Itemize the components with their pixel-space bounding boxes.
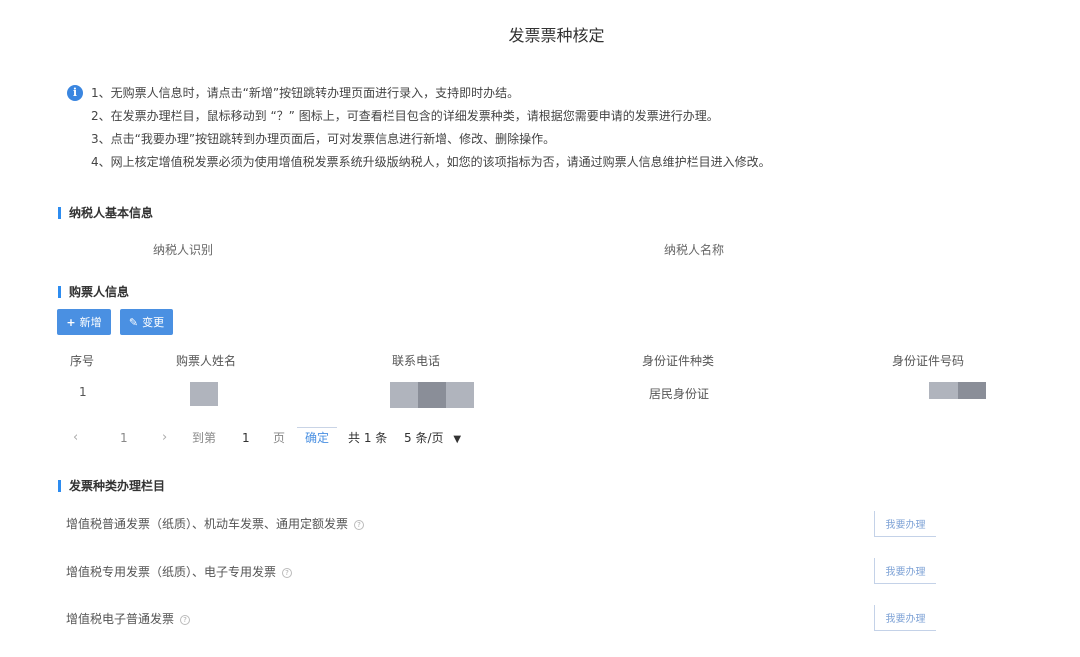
redacted-phone (390, 382, 420, 408)
total-count: 共 1 条 (348, 431, 388, 445)
taxpayer-name-label: 纳税人名称 (664, 243, 725, 257)
goto-page-input[interactable]: 1 (242, 427, 250, 449)
apply-button[interactable]: 我要办理 (874, 605, 936, 631)
invoice-row-label-wrap: 增值税电子普通发票? (66, 610, 191, 627)
edit-button[interactable]: ✎ 变更 (120, 309, 173, 335)
row-index: 1 (79, 385, 87, 399)
redacted-id-number (929, 382, 959, 399)
page-title: 发票票种核定 (508, 26, 605, 45)
goto-label: 到第 (192, 431, 217, 445)
help-icon[interactable]: ? (282, 568, 293, 578)
redacted-phone (446, 382, 474, 408)
column-header-phone: 联系电话 (392, 354, 441, 368)
chevron-down-icon: ▼ (453, 434, 462, 445)
row-id-type: 居民身份证 (649, 387, 710, 401)
notice-line: 3、点击“我要办理”按钮跳转到办理页面后，可对发票信息进行新增、修改、删除操作。 (91, 132, 556, 146)
add-button[interactable]: + 新增 (57, 309, 111, 335)
section-title-buyer: 购票人信息 (58, 286, 129, 298)
invoice-row-label: 增值税普通发票（纸质）、机动车发票、通用定额发票 (66, 517, 349, 531)
invoice-row-label-wrap: 增值税普通发票（纸质）、机动车发票、通用定额发票? (66, 515, 365, 532)
confirm-button[interactable]: 确定 (297, 427, 338, 449)
next-page-button[interactable]: › (162, 427, 167, 449)
column-header-id-type: 身份证件种类 (642, 354, 715, 368)
notice-line: 1、无购票人信息时，请点击“新增”按钮跳转办理页面进行录入，支持即时办结。 (91, 86, 520, 100)
apply-button[interactable]: 我要办理 (874, 511, 936, 537)
pencil-icon: ✎ (128, 315, 139, 329)
prev-page-button[interactable]: ‹ (73, 427, 78, 449)
page-size-label: 5 条/页 (404, 431, 444, 445)
page-unit-label: 页 (273, 431, 286, 445)
redacted-phone (418, 382, 446, 408)
column-header-id-number: 身份证件号码 (892, 354, 965, 368)
notice-line: 2、在发票办理栏目，鼠标移动到 “？” 图标上，可查看栏目包含的详细发票种类，请… (91, 109, 719, 123)
column-header-index: 序号 (70, 354, 95, 368)
add-button-label: 新增 (79, 316, 102, 329)
info-icon: i (67, 85, 83, 101)
apply-button[interactable]: 我要办理 (874, 558, 936, 584)
taxpayer-id-label: 纳税人识别 (153, 243, 214, 257)
edit-button-label: 变更 (142, 316, 165, 329)
page-size-select[interactable]: 5 条/页 ▼ (404, 427, 461, 451)
page-number[interactable]: 1 (120, 427, 128, 449)
help-icon[interactable]: ? (354, 520, 365, 530)
section-title-invoice: 发票种类办理栏目 (58, 480, 165, 492)
invoice-row-label: 增值税专用发票（纸质）、电子专用发票 (66, 565, 277, 579)
invoice-row-label: 增值税电子普通发票 (66, 612, 175, 626)
column-header-name: 购票人姓名 (176, 354, 237, 368)
help-icon[interactable]: ? (180, 615, 191, 625)
invoice-row-label-wrap: 增值税专用发票（纸质）、电子专用发票? (66, 563, 293, 580)
plus-icon: + (66, 315, 76, 329)
notice-line: 4、网上核定增值税发票必须为使用增值税发票系统升级版纳税人，如您的该项指标为否，… (91, 155, 771, 169)
redacted-name (190, 382, 218, 406)
section-title-taxpayer: 纳税人基本信息 (58, 207, 153, 219)
redacted-id-number (958, 382, 986, 399)
